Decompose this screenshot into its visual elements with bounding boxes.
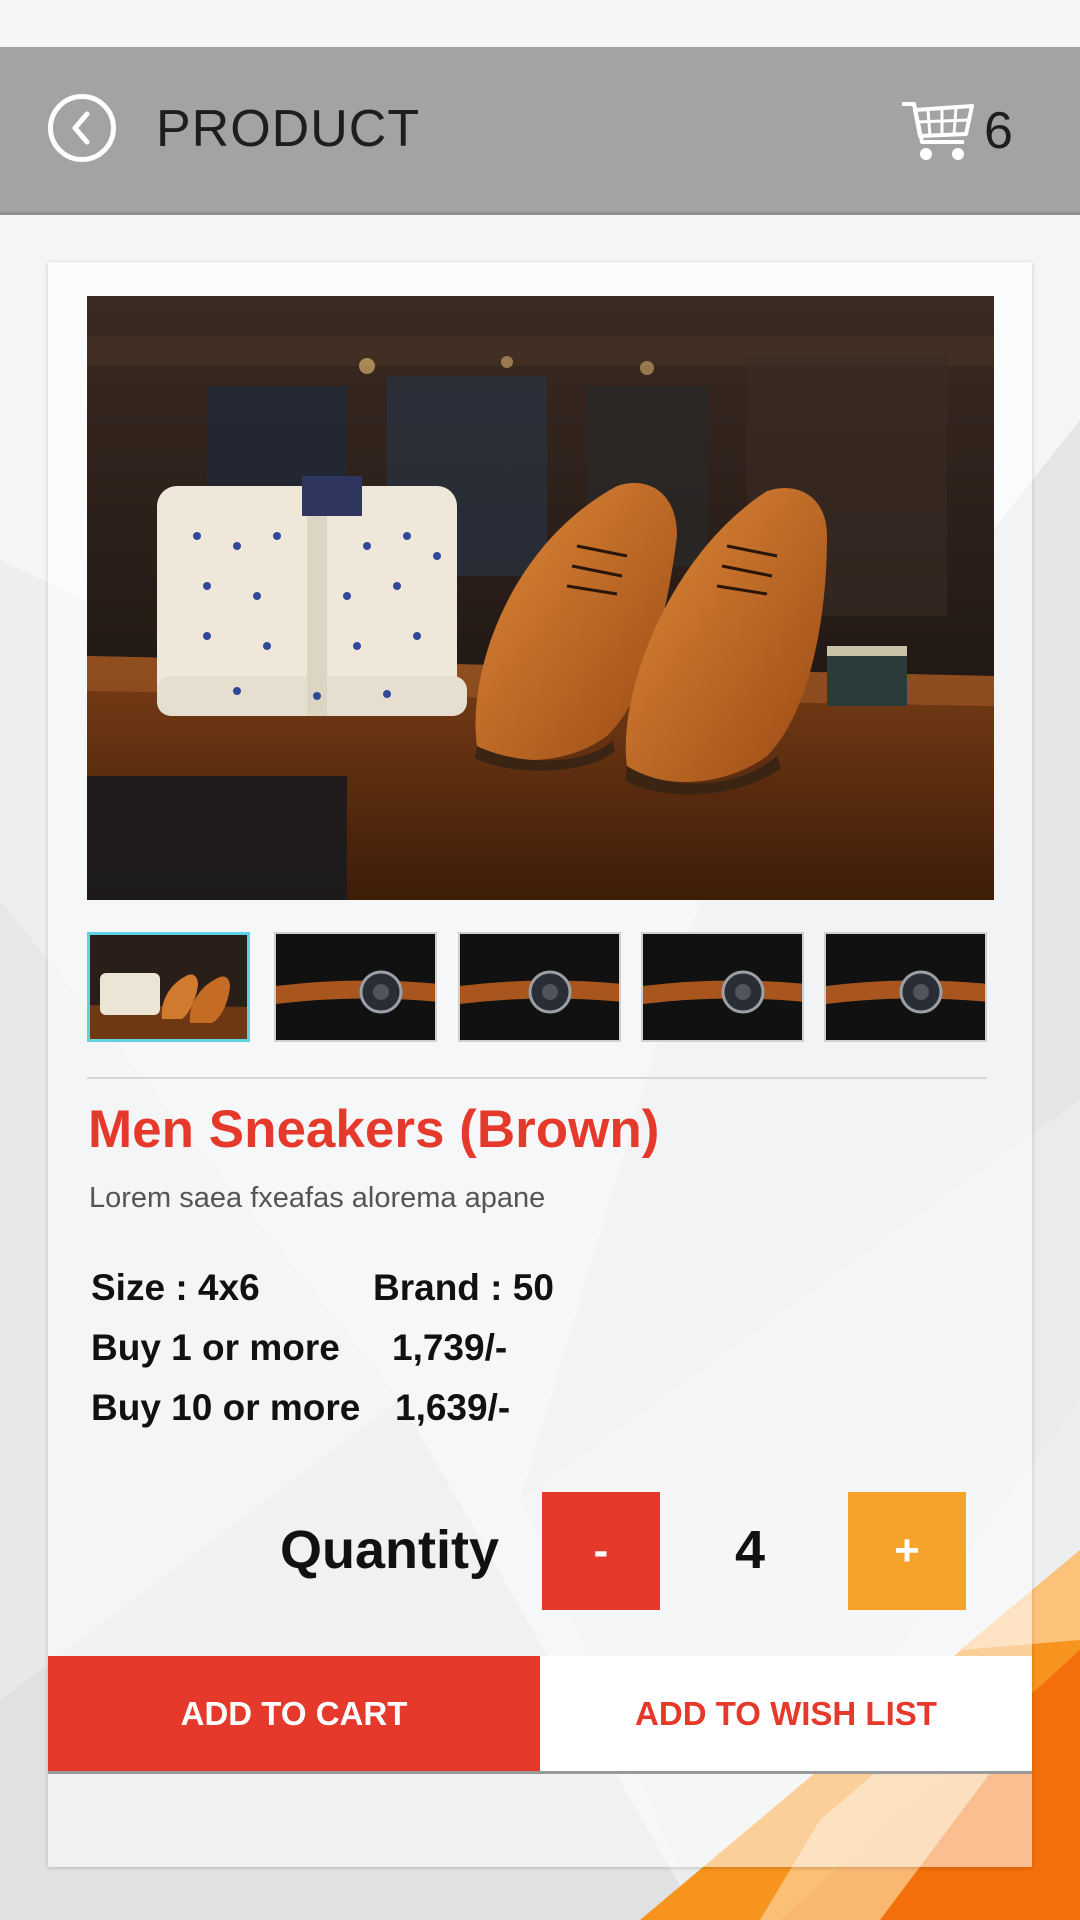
chevron-left-icon	[72, 111, 90, 145]
add-to-cart-button[interactable]: ADD TO CART	[48, 1656, 540, 1774]
status-bar	[0, 0, 1080, 47]
price-tier-10-value: 1,639/-	[395, 1387, 511, 1428]
size-spec: Size : 4x6	[91, 1267, 260, 1308]
product-name: Men Sneakers (Brown)	[88, 1100, 660, 1159]
product-main-image	[87, 296, 994, 900]
product-description: Lorem saea fxeafas alorema apane	[89, 1182, 546, 1214]
thumbnail-watch-3[interactable]	[641, 932, 804, 1042]
quantity-value: 4	[734, 1520, 766, 1580]
brand-spec: Brand : 50	[373, 1267, 554, 1308]
add-to-wish-list-button[interactable]: ADD TO WISH LIST	[540, 1656, 1032, 1774]
back-button[interactable]	[48, 94, 116, 162]
thumbnail-shoes-shirts[interactable]	[87, 932, 250, 1042]
quantity-label: Quantity	[280, 1520, 500, 1580]
divider	[87, 1077, 987, 1079]
thumbnail-watch-4[interactable]	[824, 932, 987, 1042]
cart-button[interactable]: 6	[900, 95, 1060, 167]
cart-count-badge: 6	[984, 102, 1013, 160]
page-title: PRODUCT	[156, 100, 421, 158]
price-tier-10-label: Buy 10 or more	[91, 1387, 361, 1428]
price-tier-1-value: 1,739/-	[392, 1327, 508, 1368]
quantity-increase-button[interactable]: +	[848, 1492, 966, 1610]
price-tier-1-label: Buy 1 or more	[91, 1327, 340, 1368]
thumbnail-watch-2[interactable]	[458, 932, 621, 1042]
app-bar: PRODUCT 6	[0, 47, 1080, 215]
shopping-cart-icon	[902, 102, 974, 160]
thumbnail-strip	[87, 932, 987, 1042]
thumbnail-watch-1[interactable]	[274, 932, 437, 1042]
quantity-decrease-button[interactable]: -	[542, 1492, 660, 1610]
